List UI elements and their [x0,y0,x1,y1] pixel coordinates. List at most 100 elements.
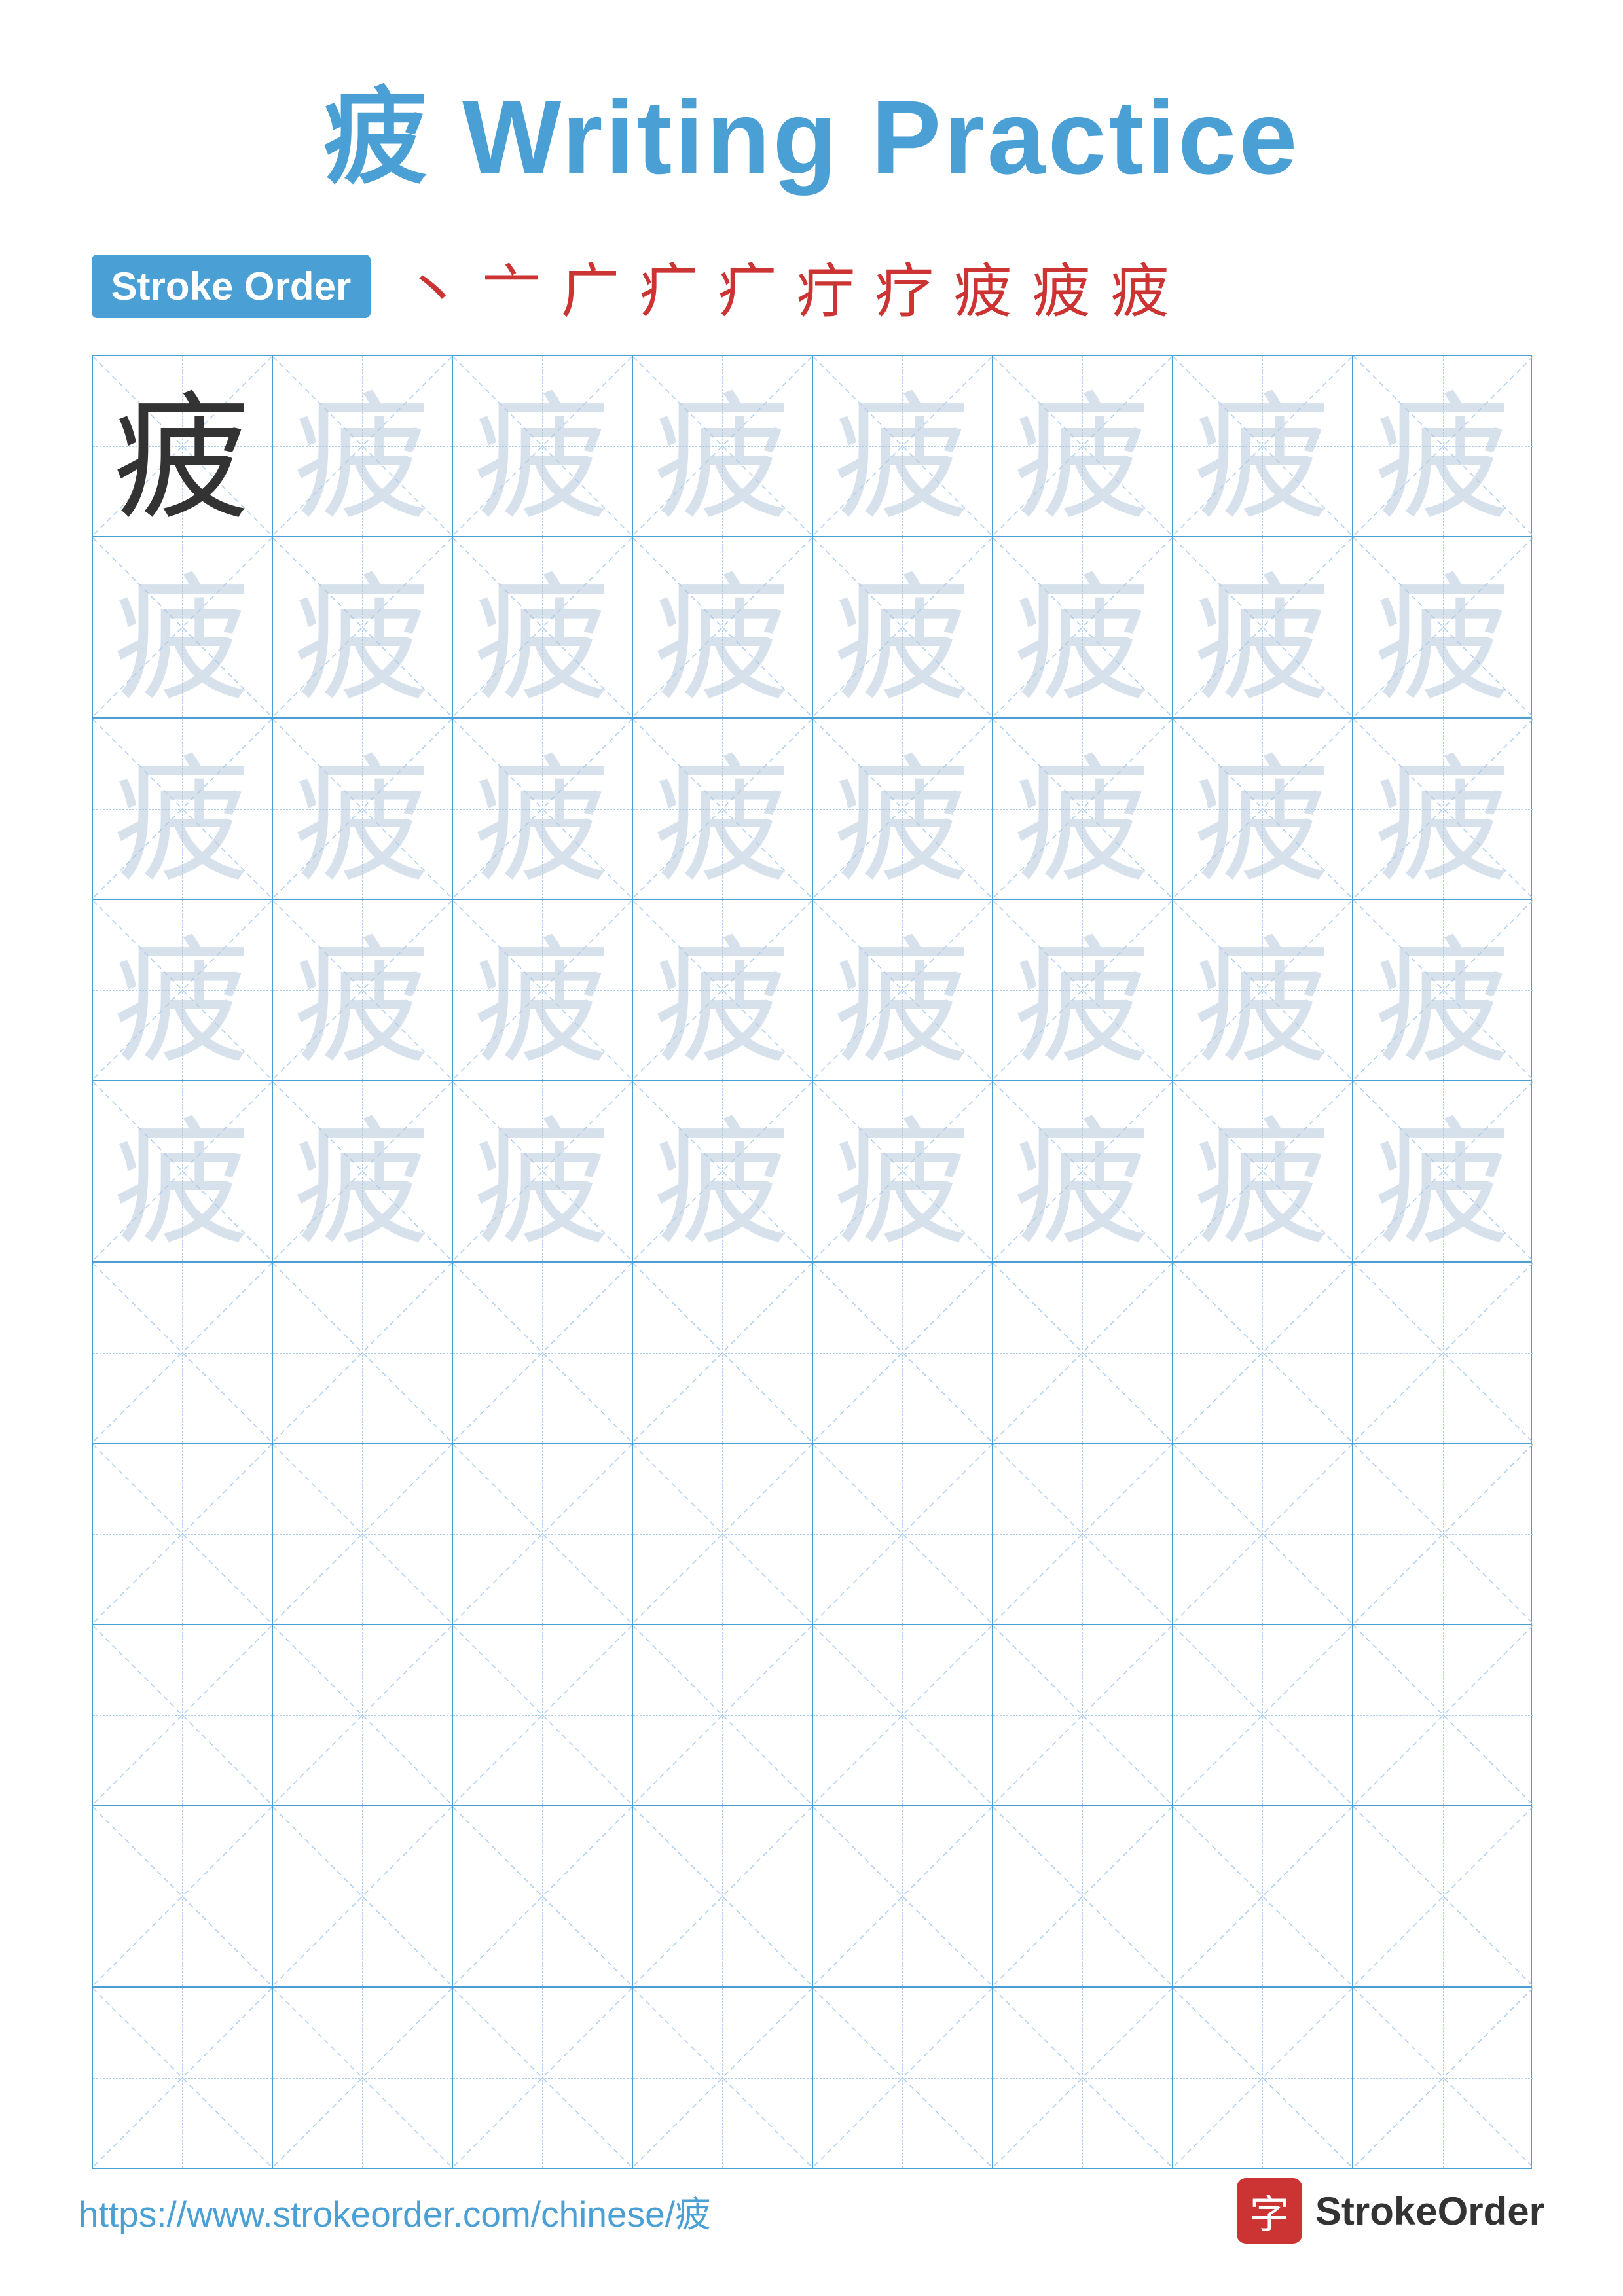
grid-cell-empty[interactable] [993,1444,1173,1624]
grid-cell-full[interactable]: 疲 [93,356,273,536]
grid-cell-empty[interactable] [633,1263,813,1443]
grid-cell-empty[interactable] [1173,1444,1353,1624]
grid-cell-faded[interactable]: 疲 [1173,900,1353,1080]
grid-cell-empty[interactable] [813,1806,993,1986]
diag-decoration [273,1988,452,2168]
grid-cell-faded[interactable]: 疲 [813,719,993,899]
grid-cell-faded[interactable]: 疲 [813,356,993,536]
grid-cell-empty[interactable] [273,1988,453,2168]
grid-cell-faded[interactable]: 疲 [273,356,453,536]
grid-cell-empty[interactable] [1173,1625,1353,1805]
grid-cell-faded[interactable]: 疲 [633,356,813,536]
grid-cell-empty[interactable] [273,1625,453,1805]
grid-cell-empty[interactable] [93,1988,273,2168]
grid-cell-empty[interactable] [1353,1444,1533,1624]
grid-cell-empty[interactable] [273,1806,453,1986]
grid-cell-empty[interactable] [93,1806,273,1986]
grid-row: 疲 疲 疲 疲 疲 疲 疲 疲 [93,900,1531,1081]
grid-cell-faded[interactable]: 疲 [453,1081,633,1261]
grid-cell-faded[interactable]: 疲 [1353,356,1533,536]
grid-cell-faded[interactable]: 疲 [813,900,993,1080]
grid-cell-faded[interactable]: 疲 [633,1081,813,1261]
diag-decoration [813,1806,992,1986]
grid-cell-faded[interactable]: 疲 [1353,1081,1533,1261]
footer-url[interactable]: https://www.strokeorder.com/chinese/疲 [79,2185,711,2237]
grid-cell-faded[interactable]: 疲 [813,537,993,717]
character-faded: 疲 [653,900,791,1080]
grid-cell-empty[interactable] [1353,1625,1533,1805]
grid-cell-empty[interactable] [453,1444,633,1624]
character-faded: 疲 [113,719,251,899]
grid-cell-faded[interactable]: 疲 [633,719,813,899]
grid-cell-faded[interactable]: 疲 [453,719,633,899]
diag-decoration [993,1988,1172,2168]
grid-cell-faded[interactable]: 疲 [93,537,273,717]
grid-cell-empty[interactable] [633,1988,813,2168]
diag-decoration [1173,1988,1352,2168]
grid-cell-faded[interactable]: 疲 [1173,356,1353,536]
grid-cell-empty[interactable] [1173,1806,1353,1986]
grid-cell-faded[interactable]: 疲 [93,1081,273,1261]
grid-cell-empty[interactable] [993,1625,1173,1805]
grid-cell-empty[interactable] [453,1988,633,2168]
grid-cell-faded[interactable]: 疲 [1173,719,1353,899]
grid-cell-empty[interactable] [273,1263,453,1443]
grid-cell-faded[interactable]: 疲 [1173,537,1353,717]
grid-cell-empty[interactable] [813,1625,993,1805]
grid-cell-empty[interactable] [93,1263,273,1443]
diag-decoration [993,1444,1172,1624]
grid-cell-empty[interactable] [273,1444,453,1624]
grid-cell-empty[interactable] [93,1444,273,1624]
grid-cell-faded[interactable]: 疲 [1353,719,1533,899]
character-faded: 疲 [113,1081,251,1261]
grid-cell-faded[interactable]: 疲 [93,900,273,1080]
diag-decoration [633,1806,812,1986]
grid-cell-faded[interactable]: 疲 [993,719,1173,899]
grid-cell-empty[interactable] [813,1444,993,1624]
grid-cell-faded[interactable]: 疲 [453,356,633,536]
grid-cell-faded[interactable]: 疲 [453,900,633,1080]
grid-cell-empty[interactable] [453,1806,633,1986]
diag-decoration [93,1444,272,1624]
grid-cell-empty[interactable] [633,1625,813,1805]
grid-cell-faded[interactable]: 疲 [993,900,1173,1080]
diag-decoration [453,1444,632,1624]
grid-cell-faded[interactable]: 疲 [1353,537,1533,717]
grid-cell-empty[interactable] [993,1263,1173,1443]
grid-cell-empty[interactable] [453,1625,633,1805]
grid-cell-faded[interactable]: 疲 [453,537,633,717]
grid-cell-empty[interactable] [1353,1988,1533,2168]
grid-row-empty [93,1988,1531,2168]
grid-cell-faded[interactable]: 疲 [273,1081,453,1261]
diag-decoration [1353,1806,1533,1986]
character-faded: 疲 [473,1081,611,1261]
grid-cell-faded[interactable]: 疲 [633,900,813,1080]
grid-cell-faded[interactable]: 疲 [813,1081,993,1261]
grid-cell-empty[interactable] [993,1988,1173,2168]
character-faded: 疲 [473,900,611,1080]
grid-cell-empty[interactable] [813,1988,993,2168]
grid-cell-empty[interactable] [813,1263,993,1443]
diag-decoration [1173,1263,1352,1443]
grid-cell-faded[interactable]: 疲 [993,356,1173,536]
diag-decoration [1353,1988,1533,2168]
grid-cell-empty[interactable] [633,1444,813,1624]
grid-cell-faded[interactable]: 疲 [993,1081,1173,1261]
grid-cell-empty[interactable] [1353,1263,1533,1443]
grid-cell-faded[interactable]: 疲 [1353,900,1533,1080]
grid-cell-faded[interactable]: 疲 [993,537,1173,717]
grid-cell-faded[interactable]: 疲 [1173,1081,1353,1261]
grid-cell-empty[interactable] [1173,1988,1353,2168]
grid-cell-empty[interactable] [633,1806,813,1986]
grid-cell-empty[interactable] [1173,1263,1353,1443]
character-faded: 疲 [293,900,431,1080]
grid-cell-faded[interactable]: 疲 [633,537,813,717]
grid-cell-faded[interactable]: 疲 [93,719,273,899]
grid-cell-faded[interactable]: 疲 [273,537,453,717]
grid-cell-empty[interactable] [453,1263,633,1443]
grid-cell-faded[interactable]: 疲 [273,900,453,1080]
grid-cell-empty[interactable] [1353,1806,1533,1986]
grid-cell-empty[interactable] [993,1806,1173,1986]
grid-cell-empty[interactable] [93,1625,273,1805]
grid-cell-faded[interactable]: 疲 [273,719,453,899]
